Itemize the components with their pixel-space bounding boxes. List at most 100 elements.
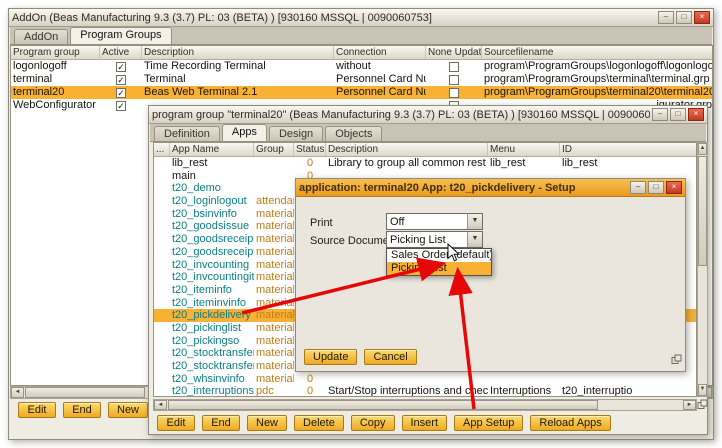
main-close-button[interactable]: × xyxy=(694,11,710,24)
apps-vertical-scrollbar[interactable]: ▲ ▼ xyxy=(697,142,708,397)
apps-button-reload-apps[interactable]: Reload Apps xyxy=(530,415,610,431)
apps-maximize-button[interactable]: □ xyxy=(670,108,686,121)
active-checkbox[interactable]: ✓ xyxy=(116,101,126,111)
apps-tab-design[interactable]: Design xyxy=(269,126,323,141)
setup-minimize-button[interactable]: – xyxy=(630,181,646,194)
program-group-row[interactable]: terminal✓TerminalPersonnel Card Numbepro… xyxy=(11,73,712,86)
main-button-edit[interactable]: Edit xyxy=(18,402,56,418)
column-header-[interactable]: ... xyxy=(154,143,170,156)
scroll-left-icon[interactable]: ◄ xyxy=(154,400,167,410)
none-update-checkbox[interactable] xyxy=(449,62,459,72)
column-header-description[interactable]: Description xyxy=(142,46,334,59)
program-group-row[interactable]: logonlogoff✓Time Recording Terminalwitho… xyxy=(11,60,712,73)
dropdown-option-sales-order-default[interactable]: Sales Order (default) xyxy=(387,249,491,262)
dropdown-arrow-icon[interactable]: ▼ xyxy=(467,214,482,229)
setup-resize-grip-icon[interactable] xyxy=(671,354,682,368)
apps-tab-apps[interactable]: Apps xyxy=(222,124,267,141)
main-button-new[interactable]: New xyxy=(108,402,148,418)
scroll-right-icon[interactable]: ► xyxy=(683,400,696,410)
cell-group: materialm xyxy=(254,373,294,386)
cell-description: Beas Web Terminal 2.1 xyxy=(142,86,334,99)
cell-app-name: t20_interruptions xyxy=(170,385,254,397)
none-update-checkbox[interactable] xyxy=(449,88,459,98)
apps-button-app-setup[interactable]: App Setup xyxy=(454,415,523,431)
apps-button-new[interactable]: New xyxy=(247,415,287,431)
scroll-down-icon[interactable]: ▼ xyxy=(698,384,707,396)
cell-active: ✓ xyxy=(100,101,142,111)
cell-app-name: t20_stocktransferre xyxy=(170,360,254,373)
cell-app-name: t20_whsinvinfo xyxy=(170,373,254,386)
column-header-status[interactable]: Status xyxy=(294,143,326,156)
column-header-description[interactable]: Description xyxy=(326,143,488,156)
cell-none-update xyxy=(426,75,482,85)
cell-group: attendanc xyxy=(254,195,294,208)
column-header-sourcefilename[interactable]: Sourcefilename xyxy=(482,46,713,59)
apps-button-insert[interactable]: Insert xyxy=(402,415,448,431)
apps-hscroll-thumb[interactable] xyxy=(168,400,598,410)
print-dropdown[interactable]: Off ▼ xyxy=(386,213,483,230)
cell-group: materialm xyxy=(254,208,294,221)
apps-tab-definition[interactable]: Definition xyxy=(154,126,220,141)
active-checkbox[interactable]: ✓ xyxy=(116,88,126,98)
apps-vscroll-thumb[interactable] xyxy=(698,156,707,266)
column-header-none-update[interactable]: None Update xyxy=(426,46,482,59)
column-header-active[interactable]: Active xyxy=(100,46,142,59)
apps-close-button[interactable]: × xyxy=(688,108,704,121)
setup-close-button[interactable]: × xyxy=(666,181,682,194)
dropdown-option-picking-list[interactable]: Picking List xyxy=(387,262,491,275)
apps-button-copy[interactable]: Copy xyxy=(351,415,395,431)
cell-app-name: t20_invcounting xyxy=(170,259,254,272)
cell-app-name: t20_pickinglist xyxy=(170,322,254,335)
cell-connection: Personnel Card Numbe xyxy=(334,86,426,99)
cell-none-update xyxy=(426,88,482,98)
main-titlebar[interactable]: AddOn (Beas Manufacturing 9.3 (3.7) PL: … xyxy=(9,9,713,27)
cell-connection: Personnel Card Numbe xyxy=(334,73,426,86)
dropdown-arrow-icon[interactable]: ▼ xyxy=(467,232,482,247)
program-group-row[interactable]: terminal20✓Beas Web Terminal 2.1Personne… xyxy=(11,86,712,99)
apps-titlebar[interactable]: program group "terminal20" (Beas Manufac… xyxy=(149,106,707,124)
cell-group: materialm xyxy=(254,335,294,348)
source-document-dropdown[interactable]: Picking List ▼ xyxy=(386,231,483,248)
app-row[interactable]: lib_rest0Library to group all common res… xyxy=(154,157,696,170)
main-minimize-button[interactable]: – xyxy=(658,11,674,24)
source-document-value: Picking List xyxy=(387,234,467,246)
scroll-up-icon[interactable]: ▲ xyxy=(698,143,707,155)
none-update-checkbox[interactable] xyxy=(449,75,459,85)
column-header-id[interactable]: ID xyxy=(560,143,697,156)
cell-app-name: t20_invcountingiter xyxy=(170,271,254,284)
cell-group: materialm xyxy=(254,347,294,360)
active-checkbox[interactable]: ✓ xyxy=(116,62,126,72)
setup-titlebar[interactable]: application: terminal20 App: t20_pickdel… xyxy=(296,179,685,197)
setup-button-update[interactable]: Update xyxy=(304,349,357,365)
apps-tab-objects[interactable]: Objects xyxy=(325,126,382,141)
apps-button-delete[interactable]: Delete xyxy=(294,415,344,431)
setup-button-cancel[interactable]: Cancel xyxy=(364,349,416,365)
apps-resize-grip-icon[interactable] xyxy=(697,399,708,413)
apps-minimize-button[interactable]: – xyxy=(652,108,668,121)
column-header-app-name[interactable]: App Name xyxy=(170,143,254,156)
cell-active: ✓ xyxy=(100,62,142,72)
column-header-connection[interactable]: Connection xyxy=(334,46,426,59)
apps-horizontal-scrollbar[interactable]: ◄ ► xyxy=(153,399,697,411)
cell-group: materialm xyxy=(254,271,294,284)
main-hscroll-thumb[interactable] xyxy=(25,387,145,398)
column-header-program-group[interactable]: Program group xyxy=(11,46,100,59)
main-tab-addon[interactable]: AddOn xyxy=(14,29,68,44)
column-header-group[interactable]: Group xyxy=(254,143,294,156)
cell-id: t20_interruptio xyxy=(560,385,697,397)
app-row[interactable]: t20_whsinvinfomaterialm0 xyxy=(154,373,696,386)
main-tab-program-groups[interactable]: Program Groups xyxy=(70,27,171,44)
active-checkbox[interactable]: ✓ xyxy=(116,75,126,85)
cell-group: materialm xyxy=(254,284,294,297)
apps-button-end[interactable]: End xyxy=(202,415,240,431)
apps-button-edit[interactable]: Edit xyxy=(157,415,195,431)
setup-maximize-button[interactable]: □ xyxy=(648,181,664,194)
print-label: Print xyxy=(310,217,333,229)
cell-group: materialm xyxy=(254,322,294,335)
app-row[interactable]: t20_interruptionspdc0Start/Stop interrup… xyxy=(154,385,696,397)
scroll-left-icon[interactable]: ◄ xyxy=(11,387,24,398)
cell-menu: lib_rest xyxy=(488,157,560,170)
main-maximize-button[interactable]: □ xyxy=(676,11,692,24)
main-button-end[interactable]: End xyxy=(63,402,101,418)
column-header-menu[interactable]: Menu xyxy=(488,143,560,156)
